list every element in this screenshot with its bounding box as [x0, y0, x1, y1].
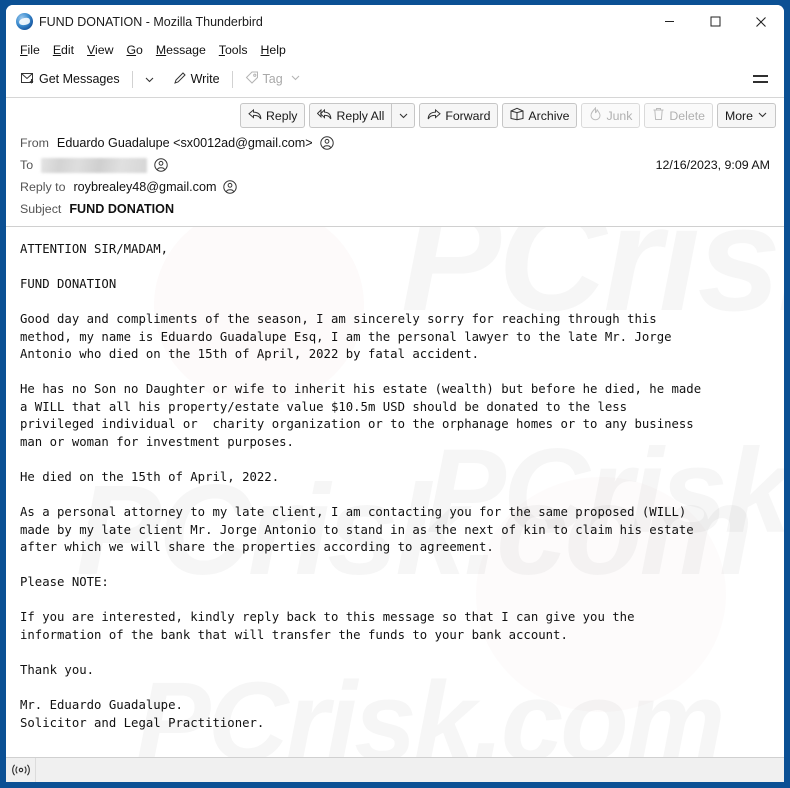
menu-file[interactable]: File — [15, 41, 48, 59]
to-value-redacted[interactable] — [41, 157, 148, 173]
trash-icon — [652, 107, 665, 124]
junk-button[interactable]: Junk — [581, 103, 641, 128]
more-label: More — [724, 108, 753, 123]
menu-view-rest: iew — [95, 42, 114, 57]
reply-to-value[interactable]: roybrealey48@gmail.com — [73, 180, 216, 194]
junk-label: Junk — [606, 108, 633, 123]
reply-all-arrow-icon — [317, 108, 332, 124]
message-date: 12/16/2023, 9:09 AM — [655, 158, 770, 172]
header-row-reply-to: Reply to roybrealey48@gmail.com — [6, 176, 784, 198]
reply-all-dropdown[interactable] — [391, 103, 416, 128]
window-title: FUND DONATION - Mozilla Thunderbird — [39, 14, 263, 29]
toolbar-separator-1 — [131, 70, 133, 88]
reply-label: Reply — [266, 108, 298, 123]
forward-arrow-icon — [427, 108, 442, 124]
header-row-subject: Subject FUND DONATION — [6, 198, 784, 220]
menu-message[interactable]: Message — [151, 41, 214, 59]
forward-label: Forward — [445, 108, 491, 123]
message-body-pane: PCrisk.com PCrisk.com PCrisk.com PCrisk.… — [6, 227, 784, 757]
menu-edit-rest: dit — [61, 42, 75, 57]
subject-value: FUND DONATION — [69, 202, 175, 216]
close-button[interactable] — [738, 5, 784, 38]
online-status-icon[interactable] — [6, 758, 36, 782]
reply-to-contact-avatar-icon[interactable] — [223, 180, 238, 194]
title-bar: FUND DONATION - Mozilla Thunderbird — [6, 5, 784, 38]
menu-help-rest: elp — [269, 42, 286, 57]
pencil-icon — [173, 71, 187, 88]
header-row-from: From Eduardo Guadalupe <sx0012ad@gmail.c… — [6, 132, 784, 154]
menu-go-rest: o — [136, 42, 143, 57]
get-messages-dropdown[interactable] — [139, 67, 161, 92]
menu-tools-rest: ools — [224, 42, 248, 57]
from-contact-avatar-icon[interactable] — [319, 136, 334, 150]
reply-arrow-icon — [248, 108, 262, 124]
thunderbird-icon — [16, 13, 33, 30]
from-value[interactable]: Eduardo Guadalupe <sx0012ad@gmail.com> — [57, 136, 313, 150]
app-menu-button[interactable] — [748, 67, 772, 91]
tag-button[interactable]: Tag — [239, 67, 307, 92]
delete-label: Delete — [669, 108, 705, 123]
more-chevron-down-icon — [757, 109, 768, 123]
menu-message-rest: essage — [166, 42, 206, 57]
toolbar-separator-2 — [231, 70, 233, 88]
archive-box-icon — [510, 107, 524, 124]
from-label: From — [20, 136, 49, 150]
window-controls — [646, 5, 784, 38]
reply-all-label: Reply All — [336, 108, 385, 123]
menu-tools[interactable]: Tools — [214, 41, 256, 59]
delete-button[interactable]: Delete — [644, 103, 713, 128]
tag-icon — [245, 71, 259, 88]
forward-button[interactable]: Forward — [419, 103, 499, 128]
to-contact-avatar-icon[interactable] — [154, 158, 168, 172]
menu-bar: File Edit View Go Message Tools Help — [6, 38, 784, 61]
get-messages-label: Get Messages — [39, 72, 120, 86]
flame-icon — [589, 106, 602, 124]
archive-label: Archive — [528, 108, 570, 123]
reply-to-label: Reply to — [20, 180, 66, 194]
tag-dropdown-chevron-down-icon[interactable] — [290, 72, 301, 86]
menu-view[interactable]: View — [82, 41, 121, 59]
menu-file-rest: ile — [27, 42, 40, 57]
status-bar — [6, 757, 784, 782]
subject-label: Subject — [20, 202, 62, 216]
get-messages-button[interactable]: Get Messages — [15, 67, 126, 92]
email-body-text: ATTENTION SIR/MADAM, FUND DONATION Good … — [20, 242, 702, 730]
minimize-button[interactable] — [646, 5, 692, 38]
thunderbird-window: FUND DONATION - Mozilla Thunderbird File… — [6, 5, 784, 782]
archive-button[interactable]: Archive — [502, 103, 578, 128]
envelope-download-icon — [21, 71, 35, 88]
menu-edit[interactable]: Edit — [48, 41, 82, 59]
message-action-bar: Reply Reply All Forward Archive Junk Del… — [6, 98, 784, 132]
menu-help[interactable]: Help — [256, 41, 294, 59]
maximize-button[interactable] — [692, 5, 738, 38]
message-header: Reply Reply All Forward Archive Junk Del… — [6, 98, 784, 227]
reply-all-button[interactable]: Reply All — [309, 103, 392, 128]
main-toolbar: Get Messages Write Tag — [6, 61, 784, 98]
window-frame: FUND DONATION - Mozilla Thunderbird File… — [0, 0, 790, 788]
reply-button[interactable]: Reply — [240, 103, 306, 128]
reply-all-group: Reply All — [309, 103, 416, 128]
write-label: Write — [190, 72, 220, 86]
write-button[interactable]: Write — [167, 67, 226, 92]
tag-label: Tag — [262, 72, 283, 86]
menu-go[interactable]: Go — [121, 41, 150, 59]
more-button[interactable]: More — [716, 103, 776, 128]
header-row-to: To 12/16/2023, 9:09 AM — [6, 154, 784, 176]
to-label: To — [20, 158, 34, 172]
